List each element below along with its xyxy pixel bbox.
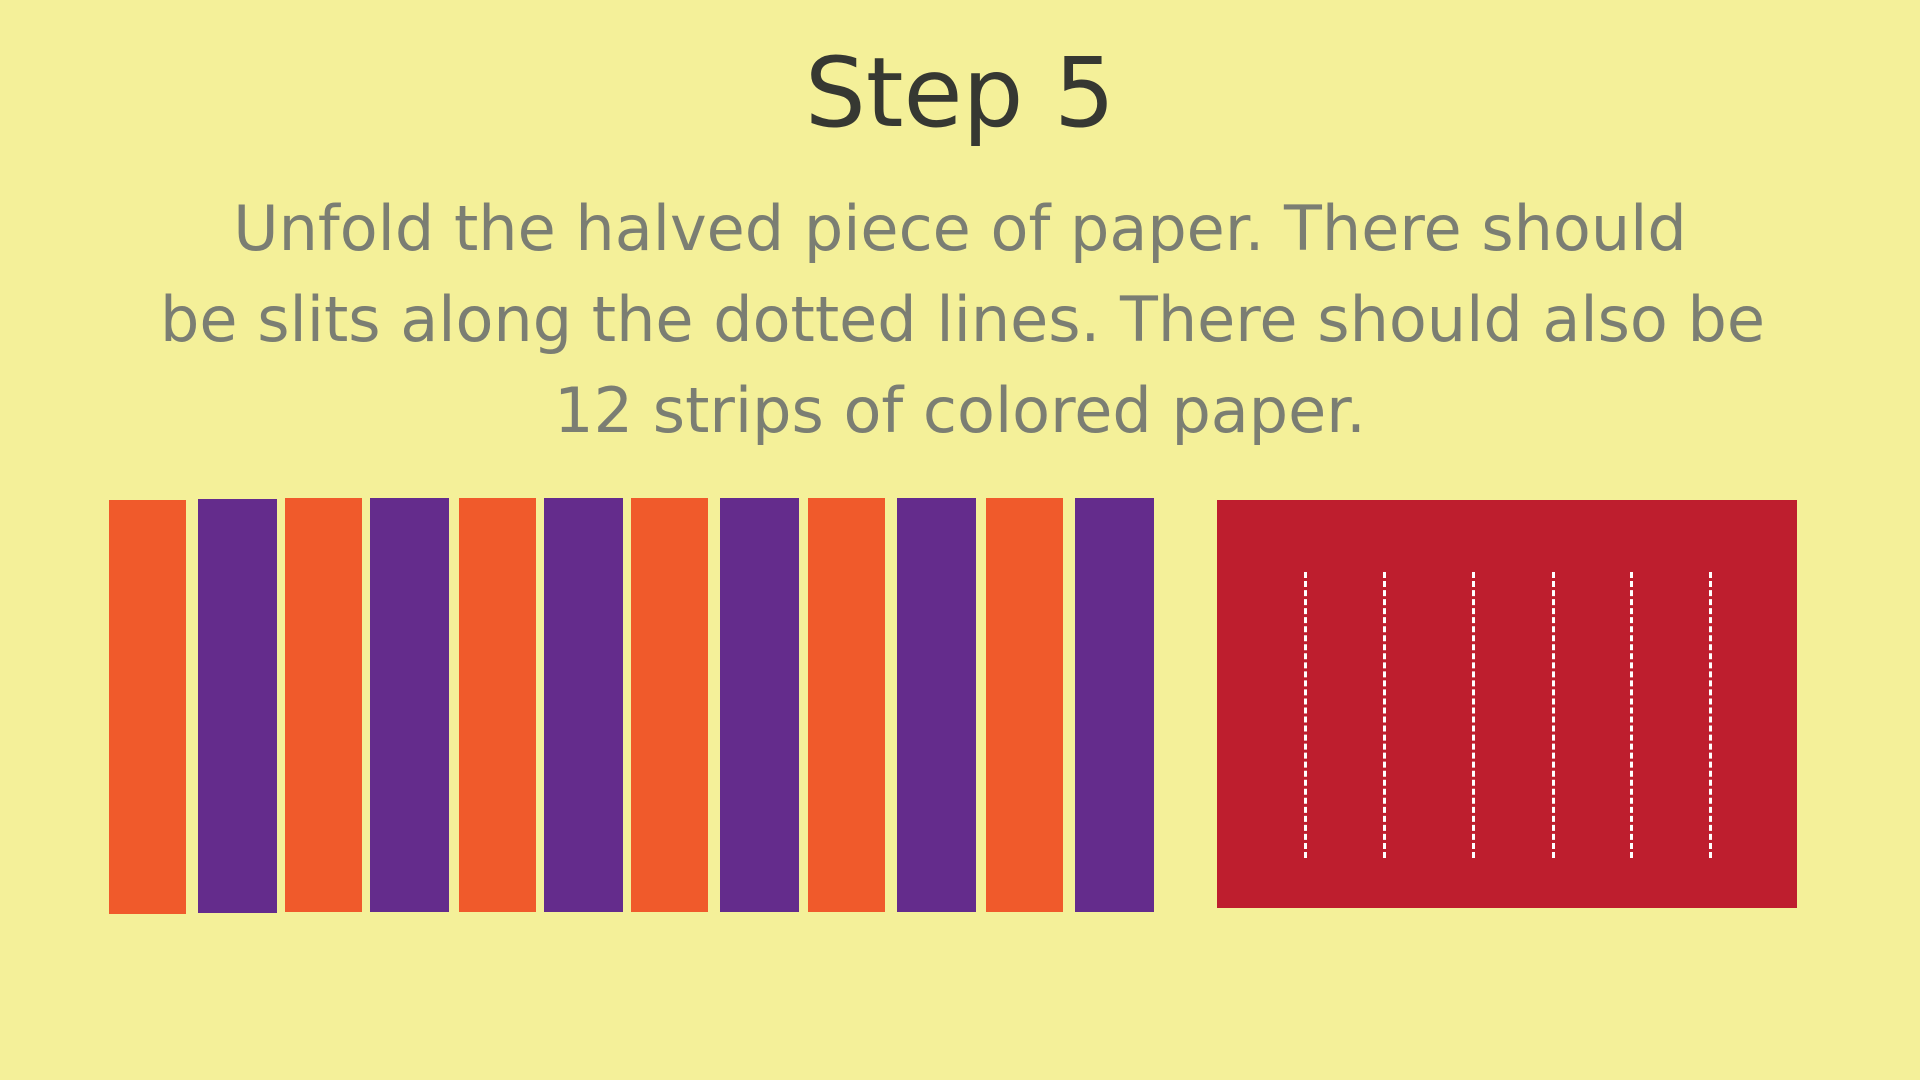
instruction-text: Unfold the halved piece of paper. There … [160, 183, 1766, 456]
paper-strip [897, 498, 976, 912]
halved-paper-sheet [1217, 500, 1797, 908]
paper-strip [1075, 498, 1154, 912]
paper-strip [370, 498, 449, 912]
paper-strip [459, 498, 536, 912]
paper-strip [109, 500, 186, 914]
dotted-slit-line [1630, 572, 1633, 858]
instruction-line-3: 12 strips of colored paper. [554, 374, 1366, 447]
dotted-slit-line [1383, 572, 1386, 858]
dotted-slit-line [1709, 572, 1712, 858]
paper-strip [198, 499, 277, 913]
paper-strip [544, 498, 623, 912]
instruction-line-2: be slits along the dotted lines. There s… [160, 283, 1766, 356]
dotted-slit-line [1304, 572, 1307, 858]
paper-strip [720, 498, 799, 912]
dotted-slit-line [1552, 572, 1555, 858]
step-title: Step 5 [804, 37, 1116, 149]
paper-strip [285, 498, 362, 912]
paper-strip [631, 498, 708, 912]
paper-strip [986, 498, 1063, 912]
instruction-line-1: Unfold the halved piece of paper. There … [233, 192, 1687, 265]
paper-strip [808, 498, 885, 912]
dotted-slit-line [1472, 572, 1475, 858]
